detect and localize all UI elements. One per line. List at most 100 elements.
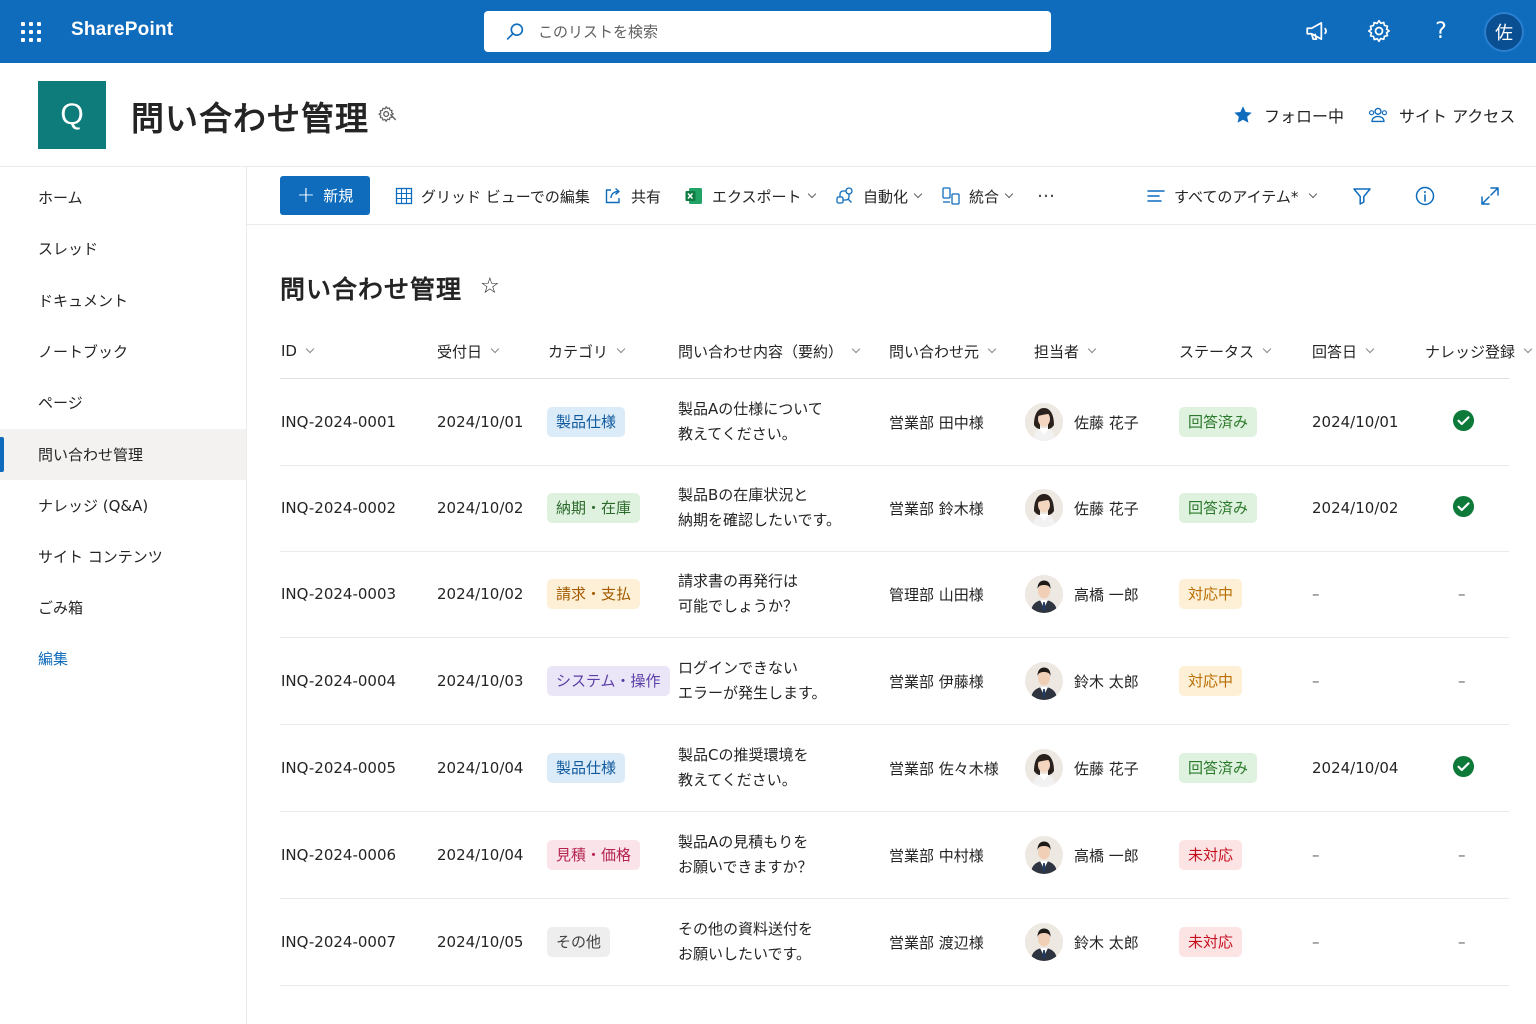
nav-edit-link[interactable]: 編集 <box>0 633 246 684</box>
user-avatar[interactable]: 佐 <box>1484 12 1524 52</box>
cell-assignee: 鈴木 太郎 <box>1025 638 1139 724</box>
table-row[interactable]: INQ-2024-0003 2024/10/02 請求・支払 請求書の再発行は可… <box>280 551 1509 638</box>
column-header-summary[interactable]: 問い合わせ内容（要約） <box>678 340 861 362</box>
nav-item-recycle-bin[interactable]: ごみ箱 <box>0 582 246 633</box>
column-header-status[interactable]: ステータス <box>1179 340 1272 362</box>
assignee-name[interactable]: 佐藤 花子 <box>1074 758 1139 779</box>
app-launcher-icon[interactable] <box>20 21 42 43</box>
cell-id: INQ-2024-0006 <box>281 846 397 864</box>
share-button[interactable]: 共有 <box>603 184 661 208</box>
column-header-label: 問い合わせ元 <box>889 342 980 361</box>
integrate-label: 統合 <box>969 187 1000 206</box>
assignee-name[interactable]: 高橋 一郎 <box>1074 584 1139 605</box>
column-header-assignee[interactable]: 担当者 <box>1034 340 1097 362</box>
chevron-down-icon <box>1365 344 1375 354</box>
column-header-from[interactable]: 問い合わせ元 <box>889 340 997 362</box>
people-icon <box>1368 107 1388 123</box>
cell-from: 営業部 佐々木様 <box>889 759 999 778</box>
assignee-name[interactable]: 佐藤 花子 <box>1074 498 1139 519</box>
megaphone-icon[interactable] <box>1302 16 1332 46</box>
status-badge: 対応中 <box>1179 666 1243 696</box>
cell-id: INQ-2024-0007 <box>281 933 397 951</box>
table-row[interactable]: INQ-2024-0004 2024/10/03 システム・操作 ログインできな… <box>280 638 1509 725</box>
column-header-label: 担当者 <box>1034 342 1080 361</box>
site-access-button[interactable]: サイト アクセス <box>1367 103 1515 127</box>
assignee-name[interactable]: 鈴木 太郎 <box>1074 932 1139 953</box>
info-icon[interactable] <box>1414 185 1436 207</box>
nav-item-threads[interactable]: スレッド <box>0 223 246 274</box>
follow-label: フォロー中 <box>1264 107 1345 126</box>
cell-answered: 2024/10/02 <box>1312 499 1399 517</box>
help-icon[interactable]: ? <box>1426 16 1456 46</box>
column-header-received[interactable]: 受付日 <box>437 340 500 362</box>
search-icon <box>506 22 524 40</box>
column-header-label: 問い合わせ内容（要約） <box>678 342 844 361</box>
nav-item-documents[interactable]: ドキュメント <box>0 275 246 326</box>
cell-from: 営業部 鈴木様 <box>889 499 984 518</box>
chevron-down-icon <box>1262 344 1272 354</box>
export-label: エクスポート <box>712 187 802 206</box>
site-settings-icon[interactable] <box>377 103 399 125</box>
cell-from: 管理部 山田様 <box>889 585 984 604</box>
assignee-name[interactable]: 高橋 一郎 <box>1074 845 1139 866</box>
cell-answered: – <box>1312 672 1320 690</box>
grid-edit-button[interactable]: グリッド ビューでの編集 <box>395 184 590 208</box>
nav-item-pages[interactable]: ページ <box>0 377 246 428</box>
category-badge: 製品仕様 <box>547 407 626 437</box>
automate-flow-icon <box>836 187 853 204</box>
site-logo[interactable]: Q <box>38 81 106 149</box>
view-list-icon <box>1147 190 1165 202</box>
cell-knowledge <box>1452 465 1475 551</box>
column-header-category[interactable]: カテゴリ <box>548 340 626 362</box>
column-header-label: カテゴリ <box>548 342 609 361</box>
follow-button[interactable]: フォロー中 <box>1232 103 1344 127</box>
avatar-woman <box>1025 489 1063 527</box>
favorite-star-icon[interactable]: ☆ <box>480 274 500 299</box>
column-header-answered[interactable]: 回答日 <box>1312 340 1375 362</box>
column-header-label: ステータス <box>1179 342 1255 361</box>
search-input[interactable] <box>538 22 1018 41</box>
chevron-down-icon <box>1309 189 1318 199</box>
status-badge: 未対応 <box>1179 927 1243 957</box>
cell-answered: 2024/10/01 <box>1312 413 1399 431</box>
filter-icon[interactable] <box>1351 185 1373 207</box>
view-selector[interactable]: すべてのアイテム* <box>1146 184 1318 208</box>
nav-item-home[interactable]: ホーム <box>0 172 246 223</box>
new-item-button[interactable]: + 新規 <box>280 176 370 215</box>
nav-item-site-contents[interactable]: サイト コンテンツ <box>0 531 246 582</box>
app-brand[interactable]: SharePoint <box>71 19 173 41</box>
column-header-knowledge[interactable]: ナレッジ登録 <box>1425 340 1533 362</box>
chevron-down-icon <box>616 344 626 354</box>
expand-icon[interactable] <box>1479 185 1501 207</box>
table-row[interactable]: INQ-2024-0001 2024/10/01 製品仕様 製品Aの仕様について… <box>280 379 1509 466</box>
search-box[interactable] <box>484 11 1051 52</box>
summary-line: 納期を確認したいです。 <box>678 511 842 529</box>
table-row[interactable]: INQ-2024-0002 2024/10/02 納期・在庫 製品Bの在庫状況と… <box>280 465 1509 552</box>
integrate-button[interactable]: 統合 <box>941 184 1014 208</box>
table-row[interactable]: INQ-2024-0006 2024/10/04 見積・価格 製品Aの見積もりを… <box>280 812 1509 899</box>
category-badge: その他 <box>547 927 611 957</box>
more-options-button[interactable]: … <box>1037 181 1056 202</box>
check-circle-icon <box>1452 409 1475 436</box>
avatar-woman <box>1025 403 1063 441</box>
left-navigation: ホーム スレッド ドキュメント ノートブック ページ 問い合わせ管理 ナレッジ … <box>0 167 247 1024</box>
status-badge: 対応中 <box>1179 579 1243 609</box>
cell-knowledge <box>1452 379 1475 465</box>
nav-item-notebook[interactable]: ノートブック <box>0 326 246 377</box>
table-row[interactable]: INQ-2024-0005 2024/10/04 製品仕様 製品Cの推奨環境を教… <box>280 725 1509 812</box>
check-circle-icon <box>1452 495 1475 522</box>
column-header-id[interactable]: ID <box>281 340 315 362</box>
export-button[interactable]: エクスポート <box>684 184 816 208</box>
site-title[interactable]: 問い合わせ管理 <box>131 92 369 140</box>
cell-from: 営業部 田中様 <box>889 413 984 432</box>
nav-item-knowledge[interactable]: ナレッジ (Q&A) <box>0 480 246 531</box>
table-row[interactable]: INQ-2024-0007 2024/10/05 その他 その他の資料送付を お願… <box>280 899 1509 986</box>
integrate-icon <box>942 187 960 205</box>
nav-item-inquiry-management[interactable]: 問い合わせ管理 <box>0 429 246 480</box>
avatar-man <box>1025 575 1063 613</box>
settings-gear-icon[interactable] <box>1364 16 1394 46</box>
assignee-name[interactable]: 佐藤 花子 <box>1074 412 1139 433</box>
cell-assignee: 高橋 一郎 <box>1025 812 1139 898</box>
assignee-name[interactable]: 鈴木 太郎 <box>1074 671 1139 692</box>
automate-button[interactable]: 自動化 <box>835 184 923 208</box>
